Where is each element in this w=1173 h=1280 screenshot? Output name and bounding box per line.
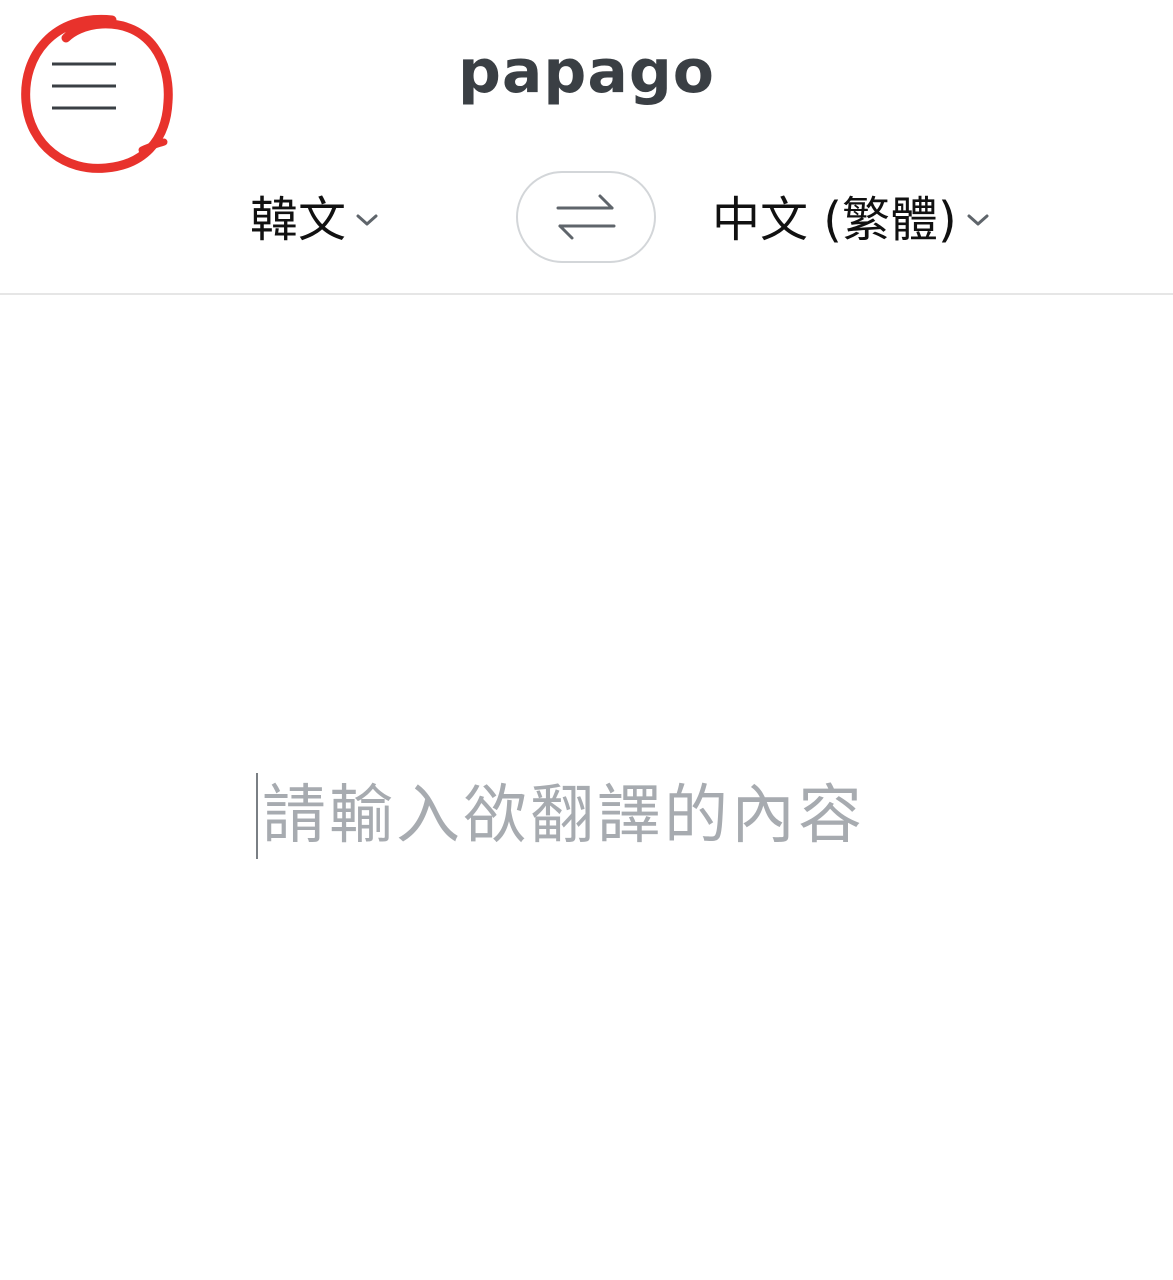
- swap-arrows-icon: [556, 194, 616, 240]
- source-language-selector[interactable]: 韓文: [250, 180, 380, 260]
- chevron-down-icon: [965, 211, 991, 229]
- text-cursor: [256, 773, 258, 859]
- text-input-field[interactable]: 請輸入欲翻譯的內容: [256, 772, 865, 860]
- translation-input-area[interactable]: 請輸入欲翻譯的內容: [0, 297, 1173, 1280]
- swap-languages-button[interactable]: [516, 171, 656, 263]
- papago-translator-page: papago 韓文 中文 (繁體) 請輸入欲翻譯的內容: [0, 0, 1173, 1280]
- target-language-label: 中文 (繁體): [712, 192, 957, 248]
- input-placeholder: 請輸入欲翻譯的內容: [262, 779, 865, 853]
- papago-logo: papago: [457, 37, 716, 107]
- target-language-selector[interactable]: 中文 (繁體): [712, 180, 991, 260]
- chevron-down-icon: [354, 211, 380, 229]
- app-header: papago 韓文 中文 (繁體): [0, 0, 1173, 295]
- source-language-label: 韓文: [250, 192, 347, 248]
